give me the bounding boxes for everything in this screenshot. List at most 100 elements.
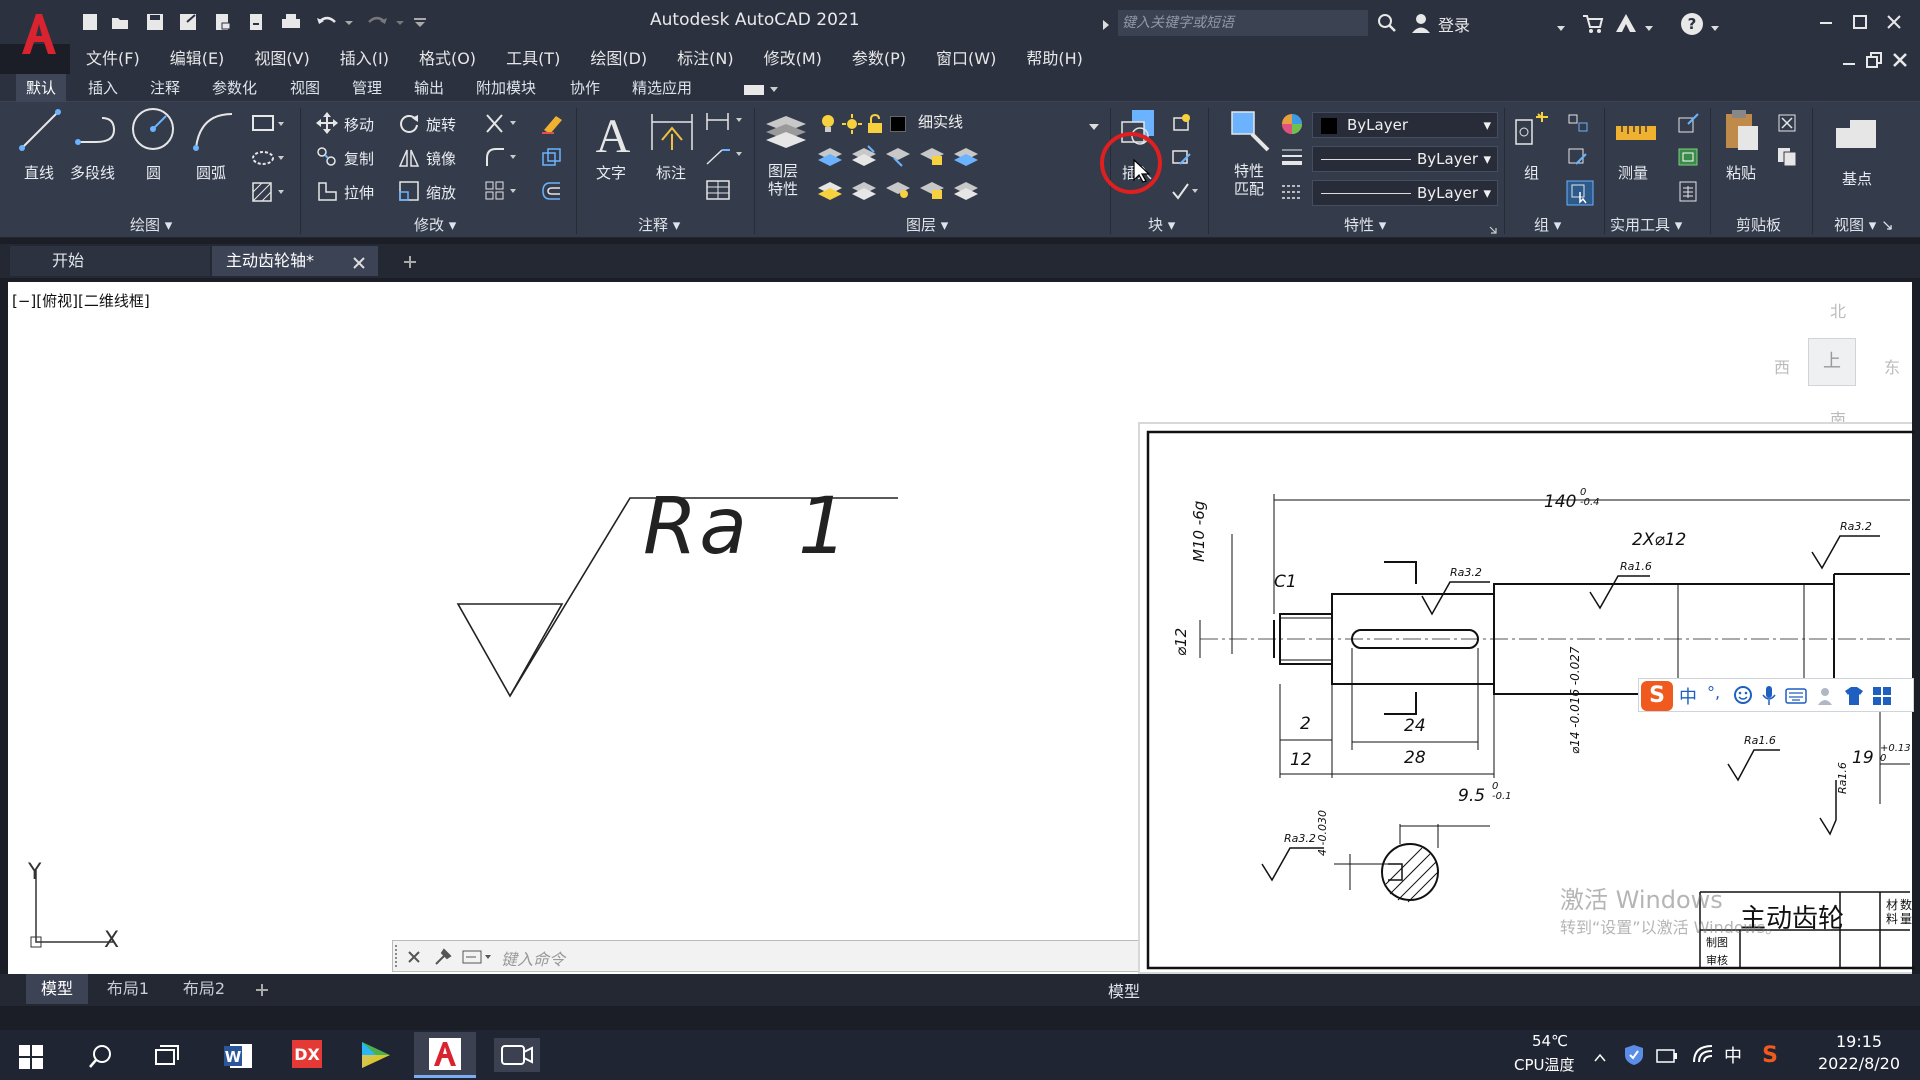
ime-emoji-icon[interactable] (1733, 685, 1753, 709)
maximize-icon[interactable] (1852, 14, 1868, 34)
cart-icon[interactable] (1582, 14, 1604, 38)
linear-dim-icon[interactable] (704, 110, 748, 138)
menu-draw[interactable]: 绘图(D) (590, 44, 647, 74)
modify-panel-label[interactable]: 修改 ▾ (414, 214, 456, 235)
command-history-icon[interactable] (461, 947, 495, 971)
measure-label[interactable]: 测量 (1618, 162, 1648, 183)
arc-tool-icon[interactable] (190, 108, 236, 156)
rotate-label[interactable]: 旋转 (426, 114, 456, 135)
text-tool-icon[interactable]: A (592, 108, 634, 163)
menu-insert[interactable]: 插入(I) (340, 44, 389, 74)
login-dropdown-icon[interactable] (1556, 18, 1566, 37)
tab-collaborate[interactable]: 协作 (560, 74, 610, 102)
menu-modify[interactable]: 修改(M) (764, 44, 822, 74)
viewport-controls[interactable]: [−][俯视][二维线框] (12, 290, 150, 311)
group-select-icon[interactable] (1566, 180, 1594, 210)
panel-launcher-icon[interactable] (1488, 220, 1498, 239)
tab-insert[interactable]: 插入 (78, 74, 128, 102)
menu-help[interactable]: 帮助(H) (1026, 44, 1083, 74)
offset-icon[interactable] (540, 180, 564, 206)
create-block-icon[interactable] (1170, 112, 1192, 138)
ime-keyboard-icon[interactable] (1785, 687, 1807, 709)
search-icon[interactable] (1376, 12, 1398, 38)
menu-window[interactable]: 窗口(W) (936, 44, 996, 74)
tab-manage[interactable]: 管理 (342, 74, 392, 102)
tab-home[interactable]: 默认 (16, 74, 67, 102)
rotate-icon[interactable] (398, 112, 420, 138)
ungroup-icon[interactable] (1566, 112, 1590, 138)
command-close-icon[interactable] (407, 949, 421, 968)
tab-annotate[interactable]: 注释 (140, 74, 190, 102)
copy-clip-icon[interactable] (1776, 146, 1800, 172)
command-customize-icon[interactable] (433, 947, 453, 971)
tab-featured-apps[interactable]: 精选应用 (622, 74, 702, 102)
undo-dropdown-icon[interactable] (344, 12, 354, 32)
layer-properties-icon[interactable] (762, 110, 808, 158)
dimension-tool-label[interactable]: 标注 (656, 162, 686, 183)
table-icon[interactable] (704, 178, 734, 206)
annotation-panel-label[interactable]: 注释 ▾ (638, 214, 680, 235)
user-icon[interactable] (1410, 12, 1432, 38)
move-icon[interactable] (316, 112, 338, 138)
ime-chinese-mode[interactable]: 中 (1679, 683, 1697, 709)
menu-tools[interactable]: 工具(T) (506, 44, 560, 74)
save-icon[interactable] (145, 12, 165, 32)
dimension-tool-icon[interactable] (648, 110, 696, 160)
video-player-icon[interactable] (358, 1040, 392, 1074)
layer-tool-icon[interactable] (884, 144, 912, 172)
lineweight-icon[interactable] (1280, 146, 1304, 174)
scale-label[interactable]: 缩放 (426, 182, 456, 203)
polyline-tool-label[interactable]: 多段线 (70, 162, 115, 183)
view-panel-label[interactable]: 视图 ▾ ↘ (1834, 214, 1894, 235)
group-edit-icon[interactable] (1566, 146, 1590, 172)
search-expand-icon[interactable] (1102, 16, 1110, 35)
polyline-tool-icon[interactable] (74, 110, 120, 154)
layout-tab-model[interactable]: 模型 (26, 974, 88, 1004)
minimize-icon[interactable] (1818, 14, 1834, 34)
task-view-icon[interactable] (154, 1044, 182, 1074)
ime-punctuation-icon[interactable]: °, (1707, 683, 1720, 702)
block-panel-label[interactable]: 块 ▾ (1148, 214, 1175, 235)
group-label[interactable]: 组 (1524, 162, 1539, 183)
ime-voice-icon[interactable] (1761, 685, 1777, 711)
select-all-icon[interactable] (1676, 146, 1700, 172)
ribbon-display-toggle-icon[interactable] (742, 82, 782, 101)
camera-app-icon[interactable] (494, 1038, 540, 1072)
start-tab[interactable]: 开始 (10, 246, 210, 276)
ime-toolbox-icon[interactable] (1871, 685, 1893, 711)
sogou-tray-icon[interactable]: S (1758, 1042, 1782, 1070)
clock-date[interactable]: 2022/8/20 (1818, 1054, 1900, 1073)
group-icon[interactable] (1512, 110, 1552, 158)
quick-select-icon[interactable] (1676, 112, 1700, 138)
app-dropdown-icon[interactable] (1644, 18, 1654, 37)
redo-icon[interactable] (365, 12, 387, 32)
fillet-icon[interactable] (484, 146, 520, 172)
mirror-label[interactable]: 镜像 (426, 148, 456, 169)
layer-tool-icon[interactable] (918, 178, 946, 206)
taskbar-search-icon[interactable] (88, 1044, 114, 1074)
close-tab-icon[interactable] (352, 255, 366, 274)
layer-tool-icon[interactable] (952, 178, 980, 206)
tab-output[interactable]: 输出 (404, 74, 454, 102)
base-view-label[interactable]: 基点 (1842, 168, 1872, 189)
doc-minimize-icon[interactable] (1842, 52, 1856, 71)
paste-icon[interactable] (1722, 108, 1762, 158)
menu-view[interactable]: 视图(V) (254, 44, 309, 74)
leader-icon[interactable] (704, 144, 748, 172)
layer-tool-icon[interactable] (816, 178, 844, 206)
viewcube-top-face[interactable]: 上 (1808, 338, 1856, 386)
base-view-icon[interactable] (1832, 116, 1880, 156)
layer-tool-icon[interactable] (918, 144, 946, 172)
open-file-icon[interactable] (110, 12, 130, 32)
input-language[interactable]: 中 (1724, 1042, 1742, 1068)
ime-skin-icon[interactable] (1843, 685, 1865, 711)
trim-icon[interactable] (484, 112, 520, 138)
match-properties-icon[interactable] (1228, 108, 1272, 158)
doc-restore-icon[interactable] (1866, 52, 1882, 72)
model-space-button[interactable]: 模型 (1108, 978, 1140, 1002)
array-icon[interactable] (484, 180, 520, 206)
layer-tool-icon[interactable] (952, 144, 980, 172)
cut-icon[interactable] (1776, 112, 1800, 138)
tray-expand-icon[interactable] (1594, 1048, 1606, 1067)
open-web-icon[interactable] (212, 12, 232, 32)
